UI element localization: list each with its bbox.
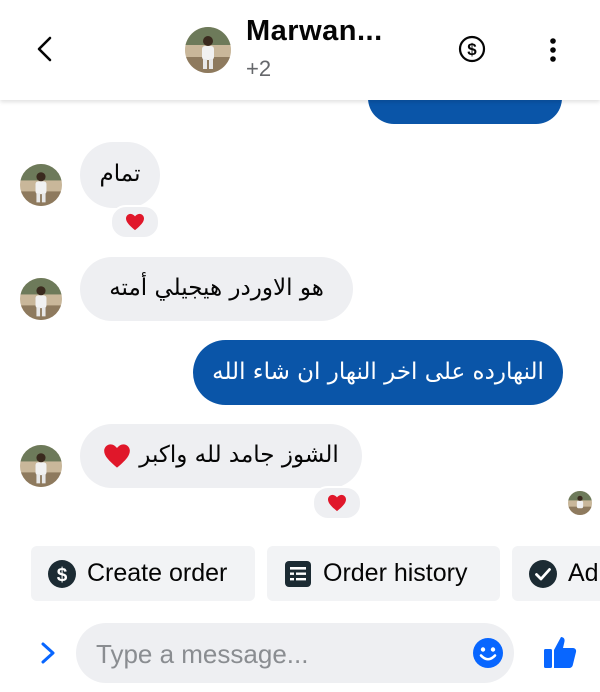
participants-count: +2 — [246, 56, 272, 81]
message-text: الشوز جامد لله واكبر — [139, 442, 339, 469]
reaction-badge[interactable] — [110, 205, 160, 239]
thumbs-up-icon[interactable] — [542, 634, 578, 670]
check-circle-icon — [529, 559, 557, 588]
svg-text:$: $ — [467, 40, 477, 59]
create-order-label: Create order — [87, 559, 228, 587]
chevron-right-icon[interactable] — [38, 640, 58, 666]
ad-button[interactable]: Ad — [512, 546, 600, 601]
ad-label: Ad — [568, 559, 599, 587]
order-history-button[interactable]: Order history — [267, 546, 500, 601]
message-bubble-incoming[interactable]: الشوز جامد لله واكبر — [80, 424, 362, 488]
svg-text:$: $ — [57, 565, 68, 586]
avatar[interactable] — [20, 164, 62, 206]
message-composer — [76, 623, 514, 685]
order-history-label: Order history — [323, 559, 468, 587]
message-input[interactable] — [94, 623, 458, 685]
message-bubble-incoming[interactable]: تمام — [80, 142, 160, 208]
message-bubble-incoming[interactable]: هو الاوردر هيجيلي أمته — [80, 257, 353, 321]
dollar-circle-icon: $ — [48, 559, 76, 588]
message-text: تمام — [99, 161, 141, 188]
heart-icon — [104, 444, 131, 468]
heart-icon — [328, 494, 346, 512]
create-order-button[interactable]: $ Create order — [31, 546, 255, 601]
receipt-icon — [285, 560, 311, 587]
seen-indicator-avatar — [568, 491, 592, 515]
avatar[interactable] — [20, 278, 62, 320]
dollar-circle-icon[interactable]: $ — [458, 35, 486, 63]
page-title[interactable]: Marwan... — [246, 15, 383, 48]
avatar[interactable] — [20, 445, 62, 487]
chat-header: Marwan... +2 $ — [0, 0, 600, 100]
avatar[interactable] — [185, 27, 231, 73]
more-options-icon[interactable] — [541, 36, 565, 64]
heart-icon — [126, 213, 144, 231]
emoji-icon[interactable] — [472, 637, 504, 669]
reaction-badge[interactable] — [312, 486, 362, 520]
message-bubble-outgoing[interactable]: النهارده على اخر النهار ان شاء الله — [193, 340, 563, 405]
message-text: هو الاوردر هيجيلي أمته — [109, 275, 324, 302]
message-text: النهارده على اخر النهار ان شاء الله — [212, 358, 544, 385]
back-arrow-icon[interactable] — [32, 34, 60, 64]
